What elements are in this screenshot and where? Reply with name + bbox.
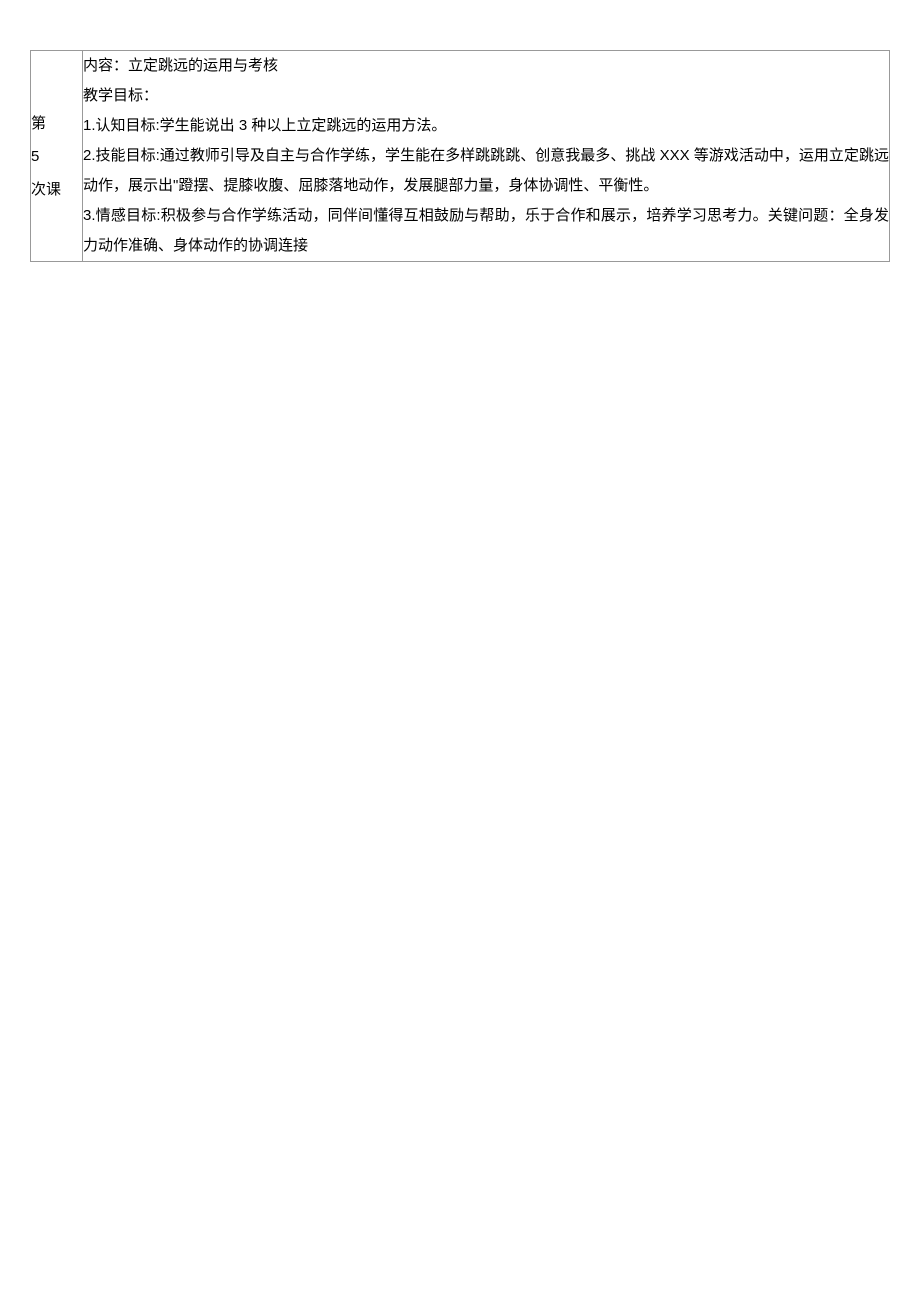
lesson-content-cell: 内容：立定跳远的运用与考核 教学目标： 1.认知目标:学生能说出 3 种以上立定… — [83, 51, 890, 262]
table-row: 第 5 次课 内容：立定跳远的运用与考核 教学目标： 1.认知目标:学生能说出 … — [31, 51, 890, 262]
lesson-number-cell: 第 5 次课 — [31, 51, 83, 262]
content-line: 内容：立定跳远的运用与考核 — [83, 51, 889, 81]
lesson-prefix: 第 — [31, 107, 82, 140]
lesson-suffix: 次课 — [31, 173, 82, 206]
lesson-table: 第 5 次课 内容：立定跳远的运用与考核 教学目标： 1.认知目标:学生能说出 … — [30, 50, 890, 262]
objective-emotional: 3.情感目标:积极参与合作学练活动，同伴间懂得互相鼓励与帮助，乐于合作和展示，培… — [83, 201, 889, 261]
objectives-heading: 教学目标： — [83, 81, 889, 111]
lesson-number: 5 — [31, 140, 82, 173]
objective-cognitive: 1.认知目标:学生能说出 3 种以上立定跳远的运用方法。 — [83, 111, 889, 141]
objective-skill: 2.技能目标:通过教师引导及自主与合作学练，学生能在多样跳跳跳、创意我最多、挑战… — [83, 141, 889, 201]
